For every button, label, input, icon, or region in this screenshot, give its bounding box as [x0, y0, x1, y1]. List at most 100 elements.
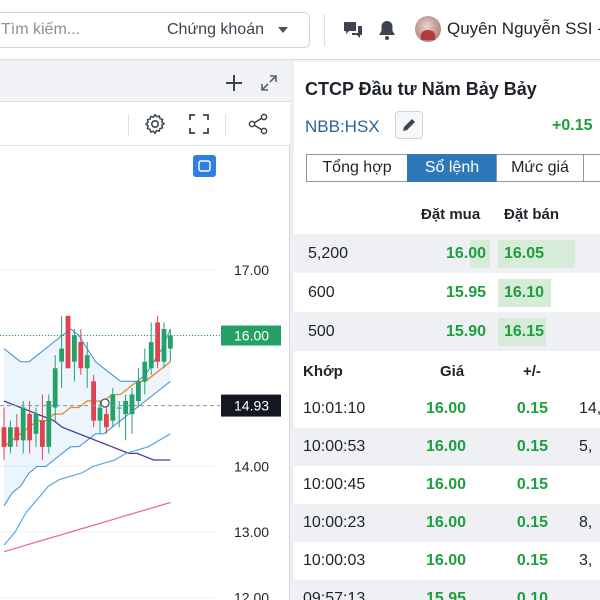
edit-button[interactable]	[395, 111, 423, 139]
bid-price[interactable]: 16.00	[436, 245, 486, 263]
matched-order-row: 09:57:13 15.95 0.10	[294, 580, 600, 600]
chart-titlebar	[0, 62, 290, 102]
divider	[324, 14, 325, 46]
candle-body	[110, 394, 116, 421]
search-input[interactable]	[0, 13, 157, 47]
match-change: 0.15	[516, 438, 548, 455]
match-price-header: Giá	[440, 363, 465, 380]
candle-body	[46, 401, 52, 447]
candle-body	[40, 420, 45, 447]
match-change: 0.10	[516, 590, 548, 600]
order-book-row[interactable]: 600 15.95 16.10	[294, 273, 600, 312]
match-change: 0.15	[516, 476, 548, 493]
plus-icon[interactable]	[224, 73, 244, 93]
match-change: 0.15	[516, 514, 548, 531]
match-time: 10:00:53	[303, 438, 366, 455]
matched-order-row: 10:00:23 16.00 0.15 8,	[294, 504, 600, 542]
top-bar: Chứng khoán Quyên Nguyễn SSI - T	[0, 0, 600, 60]
user-name[interactable]: Quyên Nguyễn SSI - T	[447, 19, 600, 39]
match-price: 16.00	[425, 400, 466, 417]
price-tick-label: 17.00	[234, 262, 269, 278]
matched-order-row: 10:01:10 16.00 0.15 14,	[294, 390, 600, 428]
candle-body	[104, 414, 109, 428]
matched-order-row: 10:00:53 16.00 0.15 5,	[294, 428, 600, 466]
chevron-down-icon	[278, 27, 288, 33]
price-axis: 17.00 14.00 13.00 12.00 16.00 14.93	[221, 262, 281, 600]
search-box: Chứng khoán	[0, 12, 310, 48]
chart-toolbar	[0, 102, 290, 146]
order-book-row[interactable]: 500 15.90 16.15	[294, 312, 600, 351]
match-volume: 14,	[579, 400, 600, 417]
share-icon[interactable]	[246, 112, 270, 136]
fullscreen-icon[interactable]	[188, 113, 210, 135]
candle-body	[8, 427, 13, 447]
candle-body	[59, 348, 64, 362]
price-chart[interactable]: 17.00 14.00 13.00 12.00 16.00 14.93	[0, 146, 290, 600]
match-price: 15.95	[425, 590, 466, 600]
price-chart-canvas[interactable]: 17.00 14.00 13.00 12.00 16.00 14.93	[0, 146, 290, 600]
candle-body	[136, 381, 141, 401]
matched-orders-header: Khớp Giá +/-	[294, 352, 600, 392]
candle-body	[123, 401, 128, 415]
match-price: 16.00	[425, 438, 466, 455]
candle-body	[65, 315, 71, 369]
candle-body	[142, 361, 148, 382]
candle-body	[33, 414, 39, 434]
stock-detail-panel: CTCP Đầu tư Năm Bảy Bảy NBB:HSX +0.15 Tổ…	[294, 62, 600, 600]
chat-icon[interactable]	[341, 18, 365, 42]
match-change: 0.15	[516, 400, 548, 417]
indicator-toggle-button[interactable]	[193, 155, 216, 177]
gear-icon[interactable]	[143, 112, 167, 136]
price-tick-label: 13.00	[234, 524, 269, 540]
market-select-label: Chứng khoán	[167, 21, 264, 38]
ask-price[interactable]: 16.15	[504, 323, 544, 341]
candle-body	[97, 407, 103, 421]
toolbar-divider	[128, 114, 129, 136]
candle-body	[1, 427, 7, 447]
candle-body	[78, 342, 84, 369]
tab-summary[interactable]: Tổng hợp	[306, 154, 408, 182]
bid-price[interactable]: 15.95	[436, 284, 486, 302]
candle-body	[14, 427, 20, 441]
match-volume: 8,	[579, 514, 593, 531]
pencil-icon	[403, 119, 415, 131]
candle-body	[155, 322, 160, 362]
order-volume: 600	[308, 284, 335, 301]
candle-body	[52, 368, 58, 408]
bid-price[interactable]: 15.90	[436, 323, 486, 341]
candle-body	[168, 335, 173, 349]
match-volume: 3,	[579, 552, 593, 569]
match-price: 16.00	[425, 476, 466, 493]
price-change: +0.15	[552, 117, 593, 134]
candle-body	[91, 381, 96, 421]
avatar[interactable]	[415, 16, 441, 42]
order-volume: 5,200	[308, 245, 349, 262]
match-time: 09:57:13	[303, 590, 366, 600]
candle-body	[20, 407, 26, 441]
match-price: 16.00	[425, 552, 466, 569]
matched-order-row: 10:00:03 16.00 0.15 3,	[294, 542, 600, 580]
match-time: 10:00:45	[303, 476, 366, 493]
market-select[interactable]: Chứng khoán	[167, 13, 307, 47]
chart-panel: 17.00 14.00 13.00 12.00 16.00 14.93	[0, 62, 290, 600]
order-book-row[interactable]: 5,200 16.00 16.05	[294, 234, 600, 273]
match-change-header: +/-	[523, 363, 541, 380]
bell-icon[interactable]	[375, 18, 399, 42]
current-price-label: 16.00	[234, 328, 269, 344]
ask-price[interactable]: 16.05	[504, 245, 544, 263]
matched-order-row: 10:00:45 16.00 0.15	[294, 466, 600, 504]
candle-body	[148, 342, 154, 369]
ask-price[interactable]: 16.10	[504, 284, 544, 302]
match-time: 10:00:23	[303, 514, 366, 531]
ask-header: Đặt bán	[504, 206, 560, 223]
tab-price-levels[interactable]: Mức giá	[496, 154, 584, 182]
match-time-header: Khớp	[303, 363, 343, 380]
expand-icon[interactable]	[259, 73, 279, 93]
tab-more[interactable]	[583, 154, 600, 182]
ticker-symbol[interactable]: NBB:HSX	[305, 117, 380, 137]
tab-order-book[interactable]: Sổ lệnh	[407, 154, 497, 182]
bid-header: Đặt mua	[421, 206, 481, 223]
candle-body	[129, 394, 135, 415]
match-volume: 5,	[579, 438, 593, 455]
candle-body	[72, 335, 77, 362]
